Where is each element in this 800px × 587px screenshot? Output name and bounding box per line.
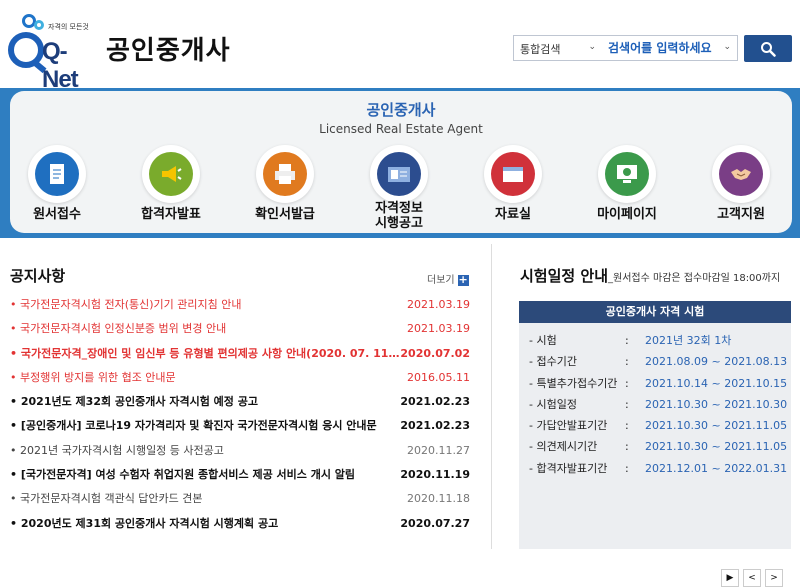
quick-menu-label-line1: 자격정보	[375, 201, 423, 216]
logo-q-icon	[8, 32, 44, 68]
logo-tagline: 자격의 모든것	[48, 23, 89, 31]
search-button[interactable]	[744, 35, 792, 62]
notice-item[interactable]: • 2021년 국가자격시험 시행일정 등 사전공고 2020.11.27	[10, 442, 470, 466]
notice-item[interactable]: • [국가전문자격] 여성 수험자 취업지원 종합서비스 제공 서비스 개시 알…	[10, 466, 470, 490]
search-category-select[interactable]: 통합검색 ⌄	[514, 36, 598, 60]
quick-menu-info[interactable]: 자격정보 시행공고	[344, 145, 454, 231]
notice-list: • 국가전문자격시험 전자(통신)기기 관리지침 안내 2021.03.19 • …	[10, 296, 470, 539]
quick-menu-certificate[interactable]: 확인서발급	[230, 145, 340, 231]
quick-menu-mypage[interactable]: 마이페이지	[572, 145, 682, 231]
notice-section: 공지사항 더보기 + • 국가전문자격시험 전자(통신)기기 관리지침 안내 202…	[0, 240, 490, 549]
quick-menu-label: 자료실	[495, 207, 531, 222]
handshake-icon	[731, 169, 751, 180]
quick-menu-results[interactable]: 합격자발표	[116, 145, 226, 231]
document-icon	[50, 164, 64, 184]
quick-menu-label: 고객지원	[717, 207, 765, 222]
notice-item[interactable]: • 국가전문자격_장애인 및 임신부 등 유형별 편의제공 사항 안내(2020…	[10, 345, 470, 369]
notice-title: 공지사항	[10, 267, 66, 285]
play-button[interactable]: ▶	[721, 569, 739, 587]
search-input[interactable]	[600, 36, 738, 60]
quick-menu-label-line2: 시행공고	[375, 216, 423, 231]
banner-title: 공인중개사	[366, 101, 436, 119]
notice-date: 2020.11.18	[407, 492, 470, 506]
notice-item[interactable]: • 국가전문자격시험 객관식 답안카드 견본 2020.11.18	[10, 490, 470, 514]
notice-item[interactable]: • 국가전문자격시험 전자(통신)기기 관리지침 안내 2021.03.19	[10, 296, 470, 320]
header: 자격의 모든것 Q-Net 공인중개사 통합검색 ⌄ ⌄	[0, 0, 800, 93]
qnet-logo[interactable]: 자격의 모든것 Q-Net	[8, 12, 98, 93]
quick-menu-card: 공인중개사 Licensed Real Estate Agent 원서접수 합격…	[10, 91, 792, 233]
notice-date: 2021.02.23	[400, 419, 470, 433]
schedule-title-text: 시험일정 안내	[520, 267, 609, 285]
plus-icon: +	[457, 272, 469, 286]
chevron-down-icon[interactable]: ⌄	[723, 42, 731, 52]
schedule-row: - 의견제시기간:2021.10.30 ~ 2021.11.05	[529, 440, 788, 454]
notice-date: 2016.05.11	[407, 370, 470, 384]
next-button[interactable]: >	[765, 569, 783, 587]
search-icon	[761, 42, 776, 57]
search-category-label: 통합검색	[520, 43, 561, 56]
schedule-row: - 가답안발표기간:2021.10.30 ~ 2021.11.05	[529, 419, 788, 433]
printer-icon	[275, 164, 295, 184]
section-divider	[491, 244, 492, 549]
quick-menu-label: 마이페이지	[597, 207, 657, 222]
quick-menu-archive[interactable]: 자료실	[458, 145, 568, 231]
notice-date: 2021.03.19	[407, 298, 470, 311]
schedule-panel: 공인중개사 자격 시험 - 시험:2021년 32회 1차 - 접수기간:202…	[519, 301, 791, 587]
folder-icon	[503, 167, 523, 182]
prev-button[interactable]: <	[743, 569, 761, 587]
notice-date: 2020.07.27	[400, 516, 470, 530]
quick-menu-label: 자격정보 시행공고	[344, 201, 454, 231]
banner-subtitle: Licensed Real Estate Agent	[319, 122, 483, 136]
id-card-icon	[388, 167, 410, 182]
notice-date: 2021.02.23	[400, 395, 470, 409]
notice-date: 2021.03.19	[407, 322, 470, 336]
megaphone-icon	[162, 166, 182, 182]
site-title: 공인중개사	[106, 36, 231, 66]
monitor-icon	[617, 165, 637, 183]
quick-menu-label: 합격자발표	[141, 207, 201, 222]
schedule-title: 시험일정 안내_원서접수 마감은 접수마감일 18:00까지	[520, 265, 780, 286]
schedule-row: - 접수기간:2021.08.09 ~ 2021.08.13	[529, 355, 788, 369]
notice-item[interactable]: • 국가전문자격시험 인정신분증 범위 변경 안내 2021.03.19	[10, 320, 470, 344]
logo-circle-small-icon	[34, 20, 44, 30]
schedule-row: - 시험:2021년 32회 1차	[529, 334, 732, 347]
logo-text: Q-Net	[42, 38, 79, 93]
notice-item[interactable]: • 부정행위 방지를 위한 협조 안내문 2016.05.11	[10, 369, 470, 393]
more-label: 더보기	[427, 275, 455, 286]
notice-date: 2020.07.02	[400, 346, 470, 360]
schedule-row: - 특별추가접수기간:2021.10.14 ~ 2021.10.15	[529, 376, 788, 390]
quick-menu-label: 원서접수	[33, 207, 81, 222]
quick-menu-apply[interactable]: 원서접수	[2, 145, 112, 231]
schedule-note: _원서접수 마감은 접수마감일 18:00까지	[608, 273, 781, 284]
notice-date: 2020.11.27	[407, 443, 470, 457]
notice-item[interactable]: • 2021년도 제32회 공인중개사 자격시험 예정 공고 2021.02.23	[10, 393, 470, 417]
quick-menu-banner: 공인중개사 Licensed Real Estate Agent 원서접수 합격…	[0, 88, 800, 238]
search-box: 통합검색 ⌄ ⌄	[513, 35, 738, 61]
notice-item[interactable]: • [공인중개사] 코로나19 자가격리자 및 확진자 국가전문자격시험 응시 …	[10, 417, 470, 441]
notice-item[interactable]: • 2020년도 제31회 공인중개사 자격시험 시행계획 공고 2020.07.…	[10, 515, 470, 539]
schedule-row: - 합격자발표기간:2021.12.01 ~ 2022.01.31	[529, 461, 788, 475]
chevron-down-icon: ⌄	[588, 42, 596, 52]
schedule-list: - 시험:2021년 32회 1차 - 접수기간:2021.08.09 ~ 20…	[529, 333, 791, 482]
schedule-section: 시험일정 안내_원서접수 마감은 접수마감일 18:00까지 공인중개사 자격 …	[510, 240, 800, 587]
quick-menu-label: 확인서발급	[255, 207, 315, 222]
schedule-panel-title: 공인중개사 자격 시험	[519, 301, 791, 323]
more-link[interactable]: 더보기 +	[427, 271, 469, 286]
quick-menu-support[interactable]: 고객지원	[686, 145, 796, 231]
notice-date: 2020.11.19	[400, 468, 470, 482]
schedule-row: - 시험일정:2021.10.30 ~ 2021.10.30	[529, 397, 788, 411]
